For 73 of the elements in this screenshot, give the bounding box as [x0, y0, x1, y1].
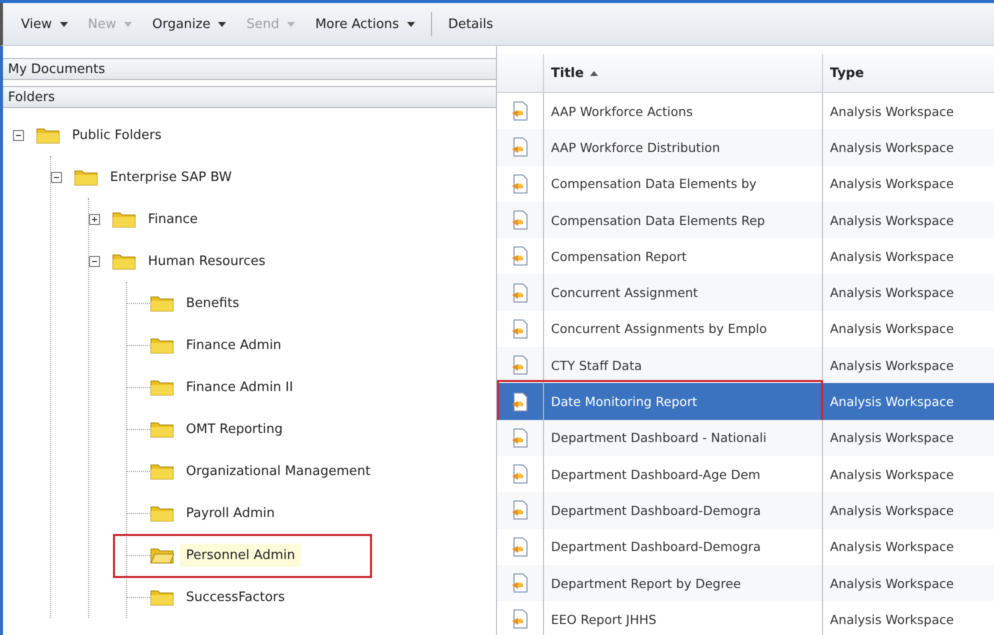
folder-label[interactable]: Public Folders	[66, 124, 168, 146]
folder-label[interactable]: Human Resources	[142, 250, 272, 272]
folder-icon	[36, 126, 60, 144]
caret-icon	[124, 22, 132, 26]
folder-icon	[150, 420, 174, 438]
report-document-icon	[511, 246, 529, 266]
report-document-icon	[511, 536, 529, 557]
folder-label[interactable]: SuccessFactors	[180, 586, 291, 608]
folder-label[interactable]: Payroll Admin	[180, 502, 281, 524]
table-row[interactable]: Department Dashboard-Demogra Analysis Workspace	[497, 528, 994, 565]
table-cell: Analysis Workspace	[822, 601, 994, 635]
column-header[interactable]: Title	[543, 54, 822, 92]
collapse-toggle[interactable]	[13, 130, 24, 140]
table-row[interactable]: Department Dashboard - Nationali Analysis Workspace	[497, 420, 994, 456]
folder-icon	[150, 462, 174, 480]
folder-label[interactable]: Personnel Admin	[180, 544, 302, 566]
report-document-icon	[511, 318, 529, 339]
table-cell: EEO Report JHHS	[543, 601, 822, 635]
collapse-toggle[interactable]	[89, 256, 100, 266]
folder-label[interactable]: OMT Reporting	[180, 418, 289, 440]
table-row[interactable]: AAP Workforce Actions Analysis Workspace	[497, 93, 994, 130]
toolbar-button[interactable]: Organize	[144, 12, 234, 36]
report-document-icon	[511, 137, 529, 158]
folder-icon	[112, 210, 136, 228]
table-row[interactable]: CTY Staff Data Analysis Workspace	[497, 347, 994, 384]
table-row[interactable]: Compensation Data Elements Rep Analysis Workspace	[497, 202, 994, 238]
section-header[interactable]: My Documents	[3, 58, 496, 80]
caret-icon	[407, 22, 416, 26]
plus-icon	[91, 216, 98, 222]
folder-icon	[112, 252, 136, 270]
report-document-icon	[511, 101, 529, 122]
folder-label[interactable]: Benefits	[180, 292, 246, 314]
folder-icon	[74, 168, 98, 186]
report-document-icon	[511, 464, 529, 484]
table-row[interactable]: Compensation Data Elements by Analysis Workspace	[497, 166, 994, 202]
caret-icon	[218, 22, 226, 26]
report-document-icon	[511, 210, 529, 230]
report-document-icon	[511, 174, 529, 194]
folder-icon	[150, 336, 174, 354]
toolbar-button[interactable]: View	[13, 12, 76, 36]
toolbar-button[interactable]: More Actions	[307, 12, 424, 36]
caret-icon	[287, 22, 296, 26]
sort-ascending-icon	[590, 70, 598, 76]
folder-label[interactable]: Finance Admin	[180, 334, 288, 356]
table-row[interactable]: Concurrent Assignment Analysis Workspace	[497, 274, 994, 311]
table-row[interactable]: Date Monitoring Report Analysis Workspace	[497, 383, 994, 420]
report-document-icon	[511, 609, 529, 630]
folder-label[interactable]: Finance Admin II	[180, 376, 300, 398]
folder-label[interactable]: Enterprise SAP BW	[104, 166, 238, 188]
folder-label[interactable]: Finance	[142, 208, 204, 230]
folder-icon	[150, 504, 174, 522]
caret-icon	[60, 22, 68, 26]
report-document-icon	[511, 282, 529, 303]
section-header[interactable]: Folders	[3, 86, 496, 108]
open-folder-icon	[150, 546, 174, 564]
table-row[interactable]: Department Report by Degree Analysis Workspace	[497, 564, 994, 602]
report-document-icon	[511, 573, 529, 593]
table-row[interactable]: Compensation Report Analysis Workspace	[497, 238, 994, 274]
report-document-icon	[511, 392, 529, 412]
report-document-icon	[511, 500, 529, 520]
toolbar-button[interactable]: Details	[440, 12, 502, 36]
report-document-icon	[511, 355, 529, 376]
folder-icon	[150, 588, 174, 606]
expand-toggle[interactable]	[89, 214, 100, 224]
report-document-icon	[511, 428, 529, 448]
folder-label[interactable]: Organizational Management	[180, 460, 376, 482]
table-row[interactable]: Department Dashboard-Age Dem Analysis Workspace	[497, 456, 994, 492]
table-row[interactable]: AAP Workforce Distribution Analysis Workspace	[497, 129, 994, 166]
folder-icon	[150, 294, 174, 312]
folder-icon	[150, 378, 174, 396]
table-row[interactable]: Department Dashboard-Demogra Analysis Workspace	[497, 492, 994, 529]
collapse-toggle[interactable]	[51, 172, 62, 182]
column-header[interactable]: Type	[822, 54, 994, 92]
